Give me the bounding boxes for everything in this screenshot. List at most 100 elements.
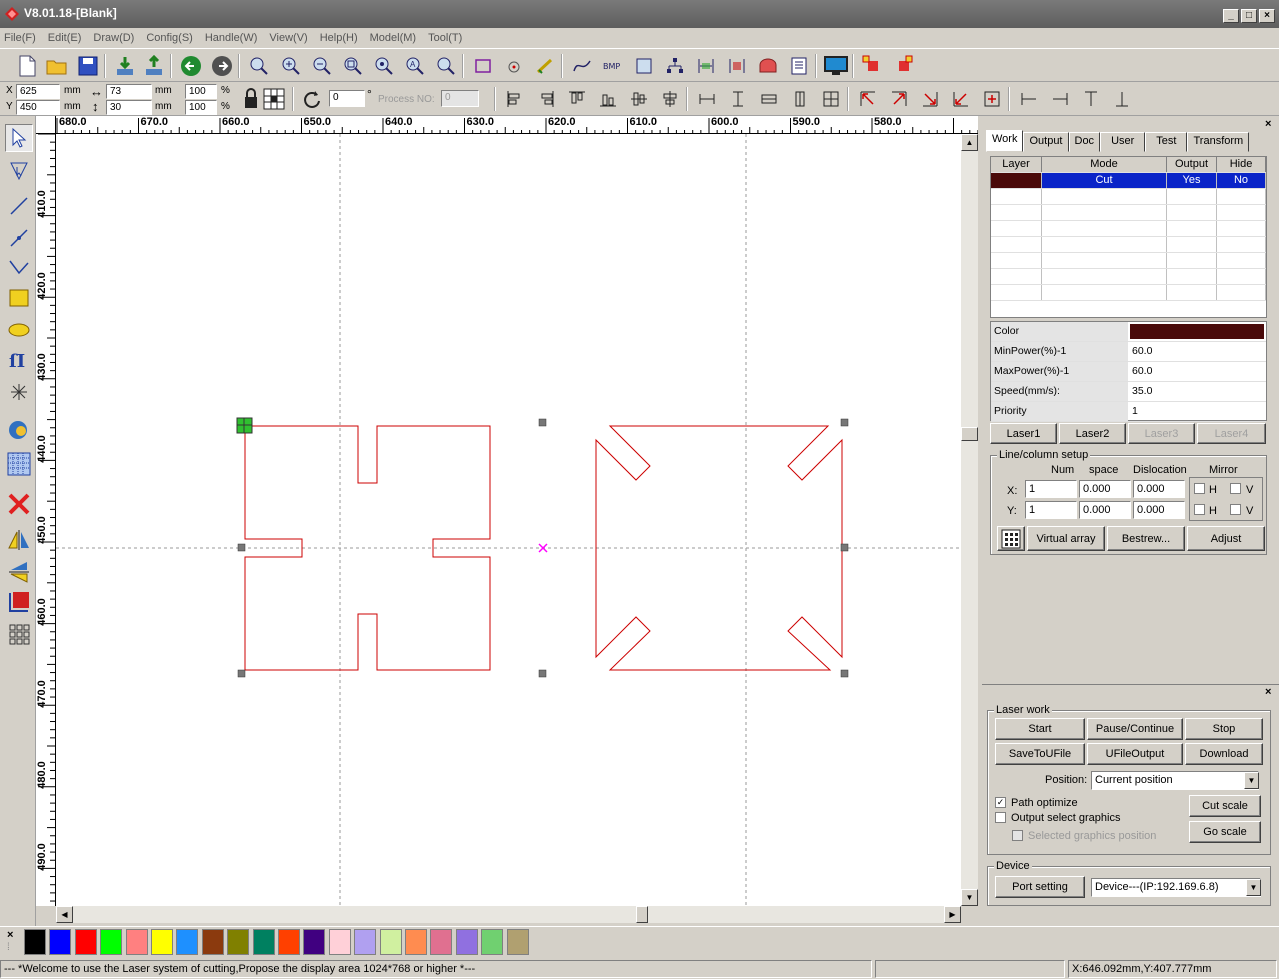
dist-top-icon[interactable] [1078,86,1104,112]
save-icon[interactable] [75,53,101,79]
move-bottomright-icon[interactable] [917,86,943,112]
zoom-pan-icon[interactable] [246,53,272,79]
start-button[interactable]: Start [995,718,1085,740]
x-dislocation-input[interactable]: 0.000 [1133,480,1185,498]
layer-mode-cell[interactable]: Cut [1042,173,1167,188]
device-select[interactable]: Device---(IP:192.169.6.8) [1091,878,1261,897]
layer-color-swatch[interactable] [991,173,1042,188]
palette-swatch[interactable] [506,929,529,955]
array-yellow-icon[interactable] [891,53,917,79]
mirror-vertical-icon[interactable] [5,558,33,586]
position-dropdown-icon[interactable]: ▼ [1244,772,1259,789]
y-position-input[interactable]: 450 [16,100,60,115]
monitor-icon[interactable] [823,53,849,79]
laser4-button[interactable]: Laser4 [1197,423,1266,444]
dist-left-icon[interactable] [1016,86,1042,112]
menu-tool[interactable]: Tool(T) [428,32,462,44]
hscroll-thumb[interactable] [636,906,648,923]
x-position-input[interactable]: 625 [16,84,60,99]
align-hcenter-icon[interactable] [626,86,652,112]
stop-button[interactable]: Stop [1185,718,1263,740]
equal-vspace-icon[interactable] [725,86,751,112]
laser-head-icon[interactable] [755,53,781,79]
array-red-icon[interactable] [860,53,886,79]
width-input[interactable]: 73 [106,84,152,99]
align-left-icon[interactable] [502,86,528,112]
zoom-data-icon[interactable] [371,53,397,79]
y-space-input[interactable]: 0.000 [1079,501,1131,519]
palette-swatch[interactable] [354,929,377,955]
list-icon[interactable] [786,53,812,79]
scroll-up-icon[interactable]: ▲ [961,134,978,151]
point-tool-icon[interactable] [5,378,33,406]
export-icon[interactable] [141,53,167,79]
mirror-x-v-checkbox[interactable] [1230,483,1241,494]
menu-handle[interactable]: Handle(W) [205,32,258,44]
palette-swatch[interactable] [227,929,250,955]
scale-x-input[interactable]: 100 [185,84,217,99]
tab-work[interactable]: Work [986,130,1024,152]
menu-help[interactable]: Help(H) [320,32,358,44]
palette-swatch[interactable] [201,929,224,955]
zoom-select-icon[interactable]: A [402,53,428,79]
layer-header[interactable]: Layer [991,157,1042,172]
virtual-array-button[interactable]: Virtual array [1027,526,1105,551]
same-height-icon[interactable] [787,86,813,112]
polyline-tool-icon[interactable] [5,224,33,252]
tab-doc[interactable]: Doc [1068,132,1101,152]
y-dislocation-input[interactable]: 0.000 [1133,501,1185,519]
select-rect-icon[interactable] [470,53,496,79]
canvas-vertical-scrollbar[interactable]: ▲ ▼ [961,134,978,906]
mirror-y-h-checkbox[interactable] [1194,504,1205,515]
menu-edit[interactable]: Edit(E) [48,32,82,44]
scroll-right-icon[interactable]: ▶ [944,906,961,923]
laser3-button[interactable]: Laser3 [1128,423,1195,444]
menu-config[interactable]: Config(S) [146,32,192,44]
selected-position-checkbox[interactable] [1012,830,1023,841]
palette-swatch[interactable] [125,929,148,955]
rectangle-tool-icon[interactable] [5,284,33,312]
tab-output[interactable]: Output [1023,132,1069,152]
palette-swatch[interactable] [481,929,504,955]
menu-view[interactable]: View(V) [269,32,307,44]
palette-swatch[interactable] [252,929,275,955]
mirror-horizontal-icon[interactable] [5,526,33,554]
mode-header[interactable]: Mode [1042,157,1167,172]
path-optimize-checkbox[interactable]: ✓ [995,797,1006,808]
ellipse-tool-icon[interactable] [5,316,33,344]
menu-draw[interactable]: Draw(D) [93,32,134,44]
vscroll-thumb[interactable] [961,427,978,441]
node-edit-icon[interactable] [501,53,527,79]
maximize-button[interactable]: □ [1241,9,1257,23]
align-right-icon[interactable] [533,86,559,112]
palette-swatch[interactable] [379,929,402,955]
origin-icon[interactable] [5,588,33,616]
curve-smooth-icon[interactable] [569,53,595,79]
align-bottom-icon[interactable] [595,86,621,112]
download-button[interactable]: Download [1185,743,1263,765]
output-header[interactable]: Output [1167,157,1217,172]
canvas-horizontal-scrollbar[interactable]: ◀ ▶ [56,906,961,923]
edit-node-icon[interactable] [5,156,33,184]
scroll-left-icon[interactable]: ◀ [56,906,73,923]
curve-tool-icon[interactable] [5,254,33,282]
same-size-icon[interactable] [818,86,844,112]
palette-swatch[interactable] [405,929,427,955]
same-width-icon[interactable] [756,86,782,112]
layer-hide-cell[interactable]: No [1217,173,1266,188]
prop-minpower-value[interactable]: 60.0 [1128,342,1266,361]
palette-swatch[interactable] [303,929,326,955]
palette-swatch[interactable] [151,929,173,955]
drawing-canvas[interactable] [56,134,961,906]
palette-swatch[interactable] [328,929,351,955]
mirror-x-h-checkbox[interactable] [1194,483,1205,494]
rotate-icon[interactable] [299,86,325,112]
palette-swatch[interactable] [430,929,453,955]
height-input[interactable]: 30 [106,100,152,115]
scroll-down-icon[interactable]: ▼ [961,889,978,906]
table-row[interactable]: Cut Yes No [991,173,1266,189]
palette-close-icon[interactable]: × [7,929,13,941]
x-space-input[interactable]: 0.000 [1079,480,1131,498]
align-top-icon[interactable] [564,86,590,112]
equal-hspace-icon[interactable] [694,86,720,112]
